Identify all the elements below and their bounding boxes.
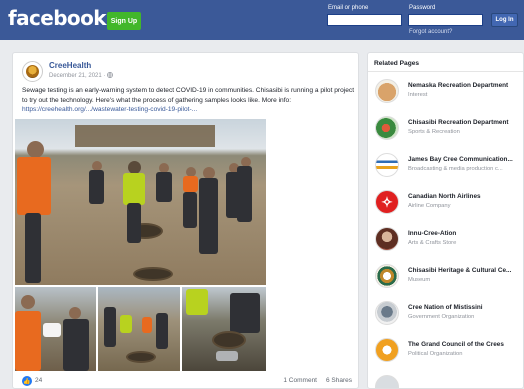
related-page-name[interactable]: James Bay Cree Communication... (408, 156, 513, 163)
related-pages-title: Related Pages (374, 60, 420, 67)
related-page-item[interactable]: Chisasibi Recreation Department Sports &… (372, 114, 522, 144)
password-label: Password (409, 5, 436, 11)
post-date[interactable]: December 21, 2021 · (49, 72, 113, 79)
post-author[interactable]: CreeHealth (49, 61, 91, 70)
email-label: Email or phone (328, 5, 369, 11)
post-card: CreeHealth December 21, 2021 · Sewage te… (12, 52, 359, 389)
page-avatar[interactable] (22, 61, 43, 82)
comment-count[interactable]: 1 Comment (283, 377, 317, 384)
page-avatar[interactable] (375, 116, 399, 140)
related-page-category: Government Organization (408, 314, 475, 320)
page-avatar[interactable] (375, 153, 399, 177)
related-page-item[interactable]: ✧ Canadian North Airlines Airline Compan… (372, 188, 522, 218)
page-avatar[interactable] (375, 264, 399, 288)
page-avatar[interactable]: ✧ (375, 190, 399, 214)
related-page-name[interactable]: Canadian North Airlines (408, 193, 481, 200)
sign-up-button[interactable]: Sign Up (107, 12, 141, 30)
globe-icon (107, 72, 113, 78)
related-page-category: Sports & Recreation (408, 129, 460, 135)
related-page-item[interactable]: Nemaska Recreation Department Interest (372, 77, 522, 107)
forgot-account-link[interactable]: Forgot account? (409, 29, 452, 35)
creehealth-logo-icon (26, 65, 39, 78)
page-avatar[interactable] (375, 338, 399, 362)
password-field[interactable] (408, 14, 483, 26)
related-page-item[interactable]: Cree Nation of Mistissini Government Org… (372, 299, 522, 329)
page-avatar[interactable] (375, 301, 399, 325)
related-page-name[interactable]: Cree Nation of Mistissini (408, 304, 483, 311)
related-page-name[interactable]: Innu-Cree-Ation (408, 230, 456, 237)
post-date-text: December 21, 2021 · (49, 73, 106, 79)
related-page-item[interactable]: The Grand Council of the Crees Political… (372, 336, 522, 366)
related-page-item[interactable] (372, 373, 522, 388)
post-body: Sewage testing is an early-warning syste… (22, 87, 355, 104)
related-page-name[interactable]: The Grand Council of the Crees (408, 341, 504, 348)
page-avatar[interactable] (375, 375, 399, 388)
thumbs-up-icon[interactable]: 👍 (22, 376, 32, 386)
related-page-category: Political Organization (408, 351, 463, 357)
related-page-category: Broadcasting & media production c... (408, 166, 503, 172)
related-page-item[interactable]: Chisasibi Heritage & Cultural Ce... Muse… (372, 262, 522, 292)
like-count[interactable]: 24 (35, 377, 42, 384)
related-page-item[interactable]: Innu-Cree-Ation Arts & Crafts Store (372, 225, 522, 255)
related-page-category: Interest (408, 92, 428, 98)
post-text: Sewage testing is an early-warning syste… (22, 86, 355, 115)
photo-2[interactable] (15, 287, 96, 371)
divider (368, 71, 523, 72)
page-avatar[interactable] (375, 227, 399, 251)
related-page-category: Airline Company (408, 203, 451, 209)
email-field[interactable] (327, 14, 402, 26)
related-page-item[interactable]: James Bay Cree Communication... Broadcas… (372, 151, 522, 181)
related-page-name[interactable]: Chisasibi Recreation Department (408, 119, 509, 126)
log-in-button[interactable]: Log In (491, 13, 518, 27)
related-pages-panel: Related Pages Nemaska Recreation Departm… (367, 52, 524, 389)
facebook-logo[interactable]: facebook (8, 6, 107, 30)
main-photo[interactable] (15, 119, 266, 285)
related-page-category: Museum (408, 277, 431, 283)
post-link[interactable]: https://creehealth.org/.../wastewater-te… (22, 106, 197, 113)
related-page-name[interactable]: Chisasibi Heritage & Cultural Ce... (408, 267, 511, 274)
photo-4[interactable] (182, 287, 266, 371)
related-page-name[interactable]: Nemaska Recreation Department (408, 82, 508, 89)
top-navigation-bar: facebook Sign Up Email or phone Password… (0, 0, 524, 40)
related-page-category: Arts & Crafts Store (408, 240, 457, 246)
share-count[interactable]: 6 Shares (326, 377, 352, 384)
photo-3[interactable] (98, 287, 180, 371)
page-avatar[interactable] (375, 79, 399, 103)
